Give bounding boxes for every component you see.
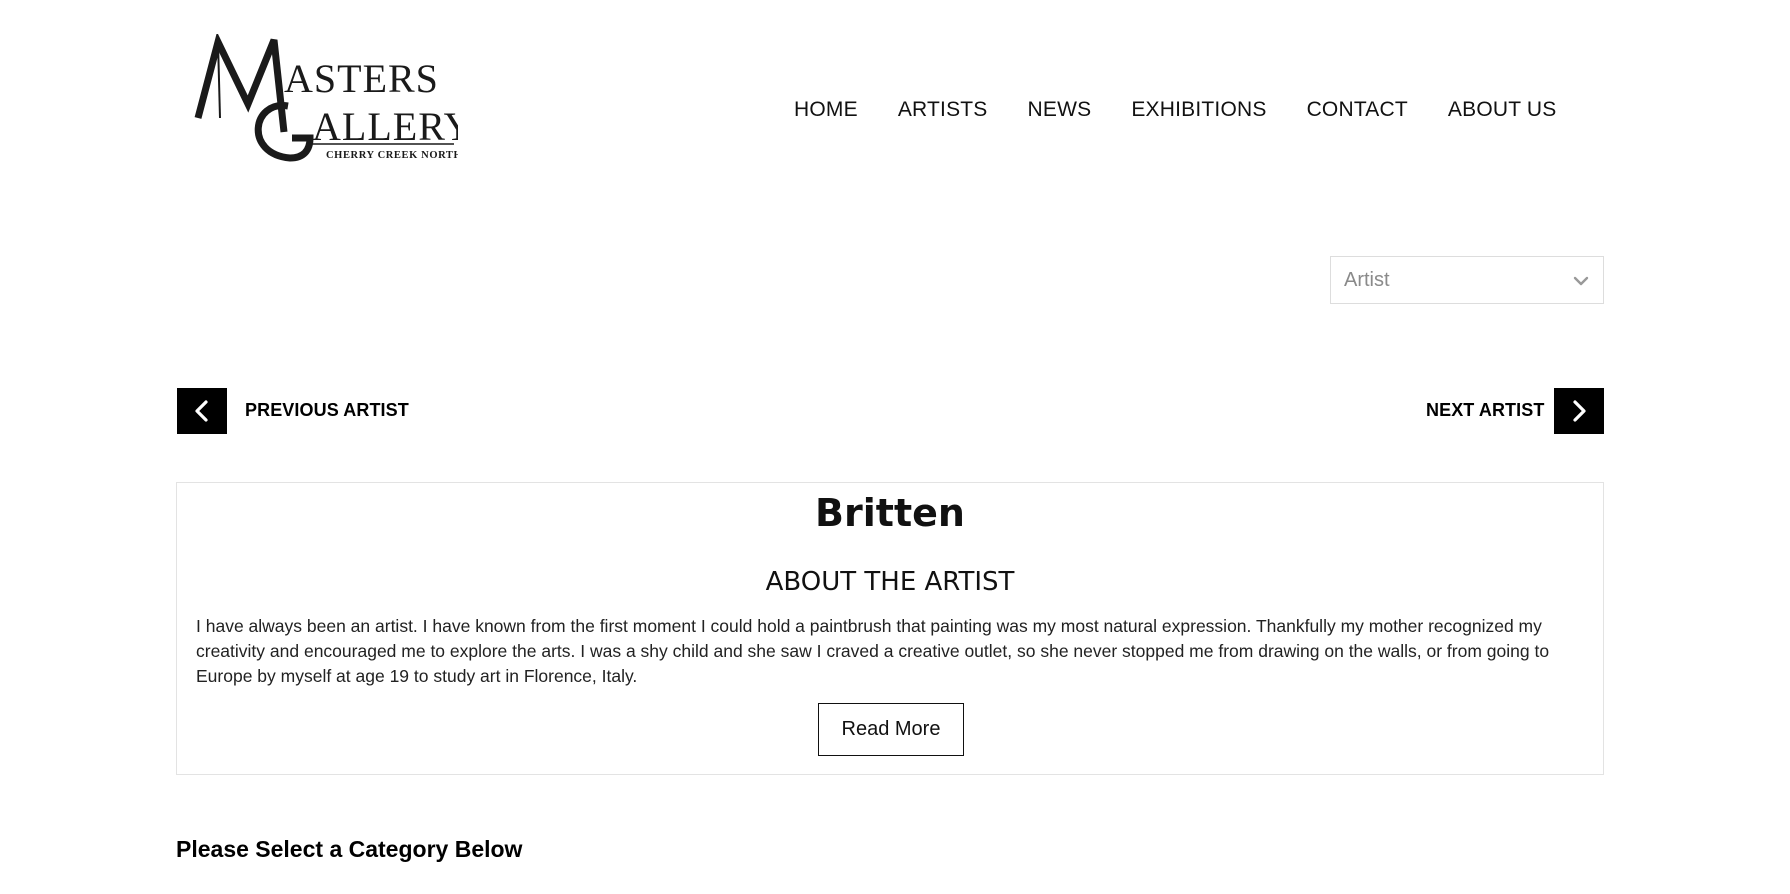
previous-artist-button[interactable] xyxy=(177,388,227,434)
nav-about-us[interactable]: ABOUT US xyxy=(1448,98,1557,122)
chevron-down-icon xyxy=(1573,276,1589,286)
main-nav: HOME ARTISTS NEWS EXHIBITIONS CONTACT AB… xyxy=(794,98,1556,122)
logo-mark: ASTERS ALLERY CHERRY CREEK NORTH xyxy=(194,34,458,162)
next-artist-button[interactable] xyxy=(1554,388,1604,434)
artist-card: Britten ABOUT THE ARTIST I have always b… xyxy=(176,482,1604,775)
gallery-logo[interactable]: ASTERS ALLERY CHERRY CREEK NORTH xyxy=(192,34,458,164)
nav-exhibitions[interactable]: EXHIBITIONS xyxy=(1131,98,1266,122)
chevron-left-icon xyxy=(195,400,208,422)
category-heading: Please Select a Category Below xyxy=(176,836,523,862)
nav-artists[interactable]: ARTISTS xyxy=(898,98,988,122)
read-more-button[interactable]: Read More xyxy=(818,703,964,756)
page: ASTERS ALLERY CHERRY CREEK NORTH HOME AR… xyxy=(0,0,1790,894)
about-artist-heading: ABOUT THE ARTIST xyxy=(765,567,1015,597)
artist-select-value: Artist xyxy=(1344,269,1390,291)
nav-contact[interactable]: CONTACT xyxy=(1307,98,1408,122)
next-artist-link[interactable]: NEXT ARTIST xyxy=(1426,400,1544,421)
nav-home[interactable]: HOME xyxy=(794,98,858,122)
artist-name: Britten xyxy=(815,491,965,535)
previous-artist-link[interactable]: PREVIOUS ARTIST xyxy=(245,400,409,421)
chevron-right-icon xyxy=(1573,400,1586,422)
nav-news[interactable]: NEWS xyxy=(1028,98,1092,122)
artist-select[interactable]: Artist xyxy=(1330,256,1604,304)
svg-text:ALLERY: ALLERY xyxy=(312,104,458,149)
artist-bio: I have always been an artist. I have kno… xyxy=(196,616,1550,686)
logo-subtitle: CHERRY CREEK NORTH xyxy=(326,150,458,161)
svg-text:ASTERS: ASTERS xyxy=(284,56,439,101)
